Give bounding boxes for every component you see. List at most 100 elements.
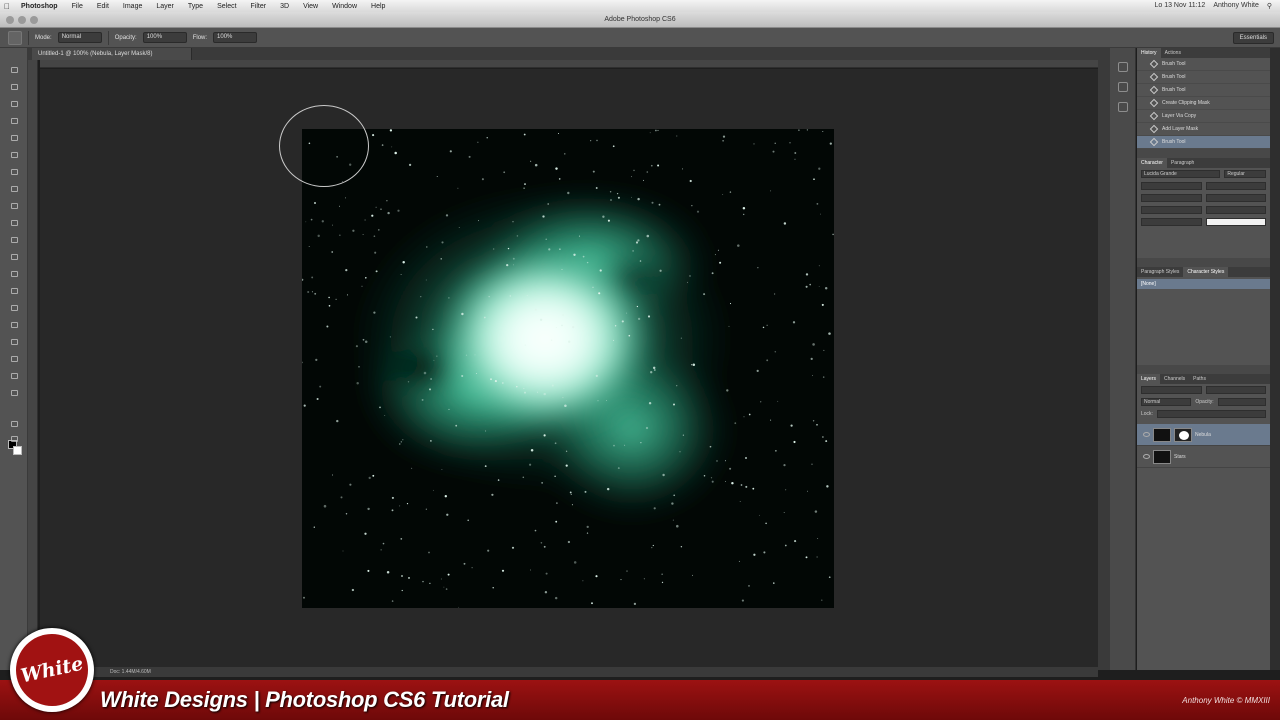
history-item[interactable]: Create Clipping Mask	[1137, 97, 1270, 110]
menu-layer[interactable]: Layer	[149, 3, 181, 10]
text-color-swatch[interactable]	[1205, 218, 1266, 226]
history-item[interactable]: Add Layer Mask	[1137, 123, 1270, 136]
font-size-field[interactable]	[1141, 182, 1202, 190]
horizontal-scale-field[interactable]	[1205, 206, 1266, 214]
menu-app[interactable]: Photoshop	[14, 3, 65, 10]
flow-field[interactable]: 100%	[213, 32, 258, 43]
menu-select[interactable]: Select	[210, 3, 243, 10]
menu-edit[interactable]: Edit	[90, 3, 116, 10]
layer-name[interactable]: Stars	[1174, 454, 1186, 460]
vertical-scale-field[interactable]	[1141, 206, 1202, 214]
tab-layers[interactable]: Layers	[1137, 374, 1161, 384]
blur-tool-icon[interactable]	[8, 268, 20, 279]
eyedropper-tool-icon[interactable]	[8, 149, 20, 160]
crop-tool-icon[interactable]	[8, 132, 20, 143]
type-tool-icon[interactable]	[8, 319, 20, 330]
menu-3d[interactable]: 3D	[273, 3, 296, 10]
move-tool-icon[interactable]	[8, 64, 20, 75]
workspace-select[interactable]: Essentials	[1232, 31, 1274, 44]
panel-scrollbar[interactable]	[1270, 48, 1280, 670]
healing-tool-icon[interactable]	[8, 166, 20, 177]
history-item[interactable]: Layer Via Copy	[1137, 110, 1270, 123]
apple-icon[interactable]: 	[0, 2, 14, 11]
brush-preset-icon[interactable]	[8, 30, 22, 45]
quick-select-tool-icon[interactable]	[8, 115, 20, 126]
menu-file[interactable]: File	[65, 3, 90, 10]
divider	[28, 30, 29, 45]
document-size[interactable]: Doc: 1.44M/4.60M	[110, 669, 151, 675]
dock-collapse-strip[interactable]	[1098, 48, 1110, 670]
tab-paragraph-styles[interactable]: Paragraph Styles	[1137, 267, 1183, 277]
screen-mode-icon[interactable]	[8, 433, 20, 444]
tab-character[interactable]: Character	[1137, 158, 1167, 168]
blend-mode-select[interactable]: Normal	[1141, 398, 1192, 406]
shape-tool-icon[interactable]	[8, 353, 20, 364]
clone-stamp-tool-icon[interactable]	[8, 200, 20, 211]
tab-paths[interactable]: Paths	[1189, 374, 1210, 384]
font-row: Lucida Grande Regular	[1137, 168, 1270, 180]
tab-history[interactable]: History	[1137, 48, 1161, 58]
canvas-nebula-artwork[interactable]	[302, 129, 834, 608]
history-item[interactable]: Brush Tool	[1137, 84, 1270, 97]
zoom-icon[interactable]	[30, 16, 38, 24]
eraser-tool-icon[interactable]	[8, 234, 20, 245]
tab-paragraph[interactable]: Paragraph	[1167, 158, 1198, 168]
document-tab[interactable]: Untitled-1 @ 100% (Nebula, Layer Mask/8)	[32, 48, 192, 60]
layer-thumbnail[interactable]	[1153, 449, 1171, 464]
font-style-select[interactable]: Regular	[1224, 170, 1266, 178]
menu-filter[interactable]: Filter	[244, 3, 274, 10]
background-color-swatch[interactable]	[13, 446, 22, 455]
lasso-tool-icon[interactable]	[8, 98, 20, 109]
layer-name[interactable]: Nebula	[1195, 432, 1211, 438]
opacity-field[interactable]: 100%	[142, 32, 187, 43]
properties-panel-icon[interactable]	[1118, 102, 1128, 112]
layer-opacity-field[interactable]	[1217, 398, 1266, 406]
close-icon[interactable]	[6, 16, 14, 24]
tab-channels[interactable]: Channels	[1160, 374, 1189, 384]
text-style-buttons[interactable]	[1137, 228, 1270, 258]
user-name[interactable]: Anthony White	[1213, 2, 1259, 10]
font-family-select[interactable]: Lucida Grande	[1141, 170, 1221, 178]
vertical-ruler[interactable]	[28, 60, 38, 670]
path-select-tool-icon[interactable]	[8, 336, 20, 347]
hand-tool-icon[interactable]	[8, 370, 20, 381]
history-item[interactable]: Brush Tool	[1137, 71, 1270, 84]
menu-help[interactable]: Help	[364, 3, 392, 10]
layer-thumbnail[interactable]	[1153, 427, 1171, 442]
history-brush-tool-icon[interactable]	[8, 217, 20, 228]
layer-kind-filter[interactable]	[1141, 386, 1202, 394]
horizontal-ruler[interactable]	[40, 60, 1098, 68]
tracking-field[interactable]	[1205, 194, 1266, 202]
layer-mask-thumbnail[interactable]	[1174, 427, 1192, 442]
gradient-tool-icon[interactable]	[8, 251, 20, 262]
style-item-none[interactable]: [None]	[1137, 279, 1270, 289]
quick-mask-icon[interactable]	[8, 418, 20, 429]
layer-filter-icons[interactable]	[1205, 386, 1266, 394]
menu-window[interactable]: Window	[325, 3, 364, 10]
lock-icons[interactable]	[1156, 410, 1266, 418]
dodge-tool-icon[interactable]	[8, 285, 20, 296]
history-panel-icon[interactable]	[1118, 62, 1128, 72]
layer-row-nebula[interactable]: Nebula	[1137, 424, 1270, 446]
actions-panel-icon[interactable]	[1118, 82, 1128, 92]
menu-image[interactable]: Image	[116, 3, 149, 10]
history-item[interactable]: Brush Tool	[1137, 58, 1270, 71]
spotlight-icon[interactable]: ⚲	[1267, 2, 1272, 10]
leading-field[interactable]	[1205, 182, 1266, 190]
brush-tool-icon[interactable]	[8, 183, 20, 194]
visibility-eye-icon[interactable]	[1143, 454, 1150, 459]
tab-actions[interactable]: Actions	[1161, 48, 1185, 58]
menu-view[interactable]: View	[296, 3, 325, 10]
layer-row-stars[interactable]: Stars	[1137, 446, 1270, 468]
kerning-field[interactable]	[1141, 194, 1202, 202]
minimize-icon[interactable]	[18, 16, 26, 24]
mode-select[interactable]: Normal	[57, 32, 102, 43]
marquee-tool-icon[interactable]	[8, 81, 20, 92]
history-item-current[interactable]: Brush Tool	[1137, 136, 1270, 149]
baseline-shift-field[interactable]	[1141, 218, 1202, 226]
visibility-eye-icon[interactable]	[1143, 432, 1150, 437]
pen-tool-icon[interactable]	[8, 302, 20, 313]
zoom-tool-icon[interactable]	[8, 387, 20, 398]
tab-character-styles[interactable]: Character Styles	[1183, 267, 1229, 277]
menu-type[interactable]: Type	[181, 3, 210, 10]
